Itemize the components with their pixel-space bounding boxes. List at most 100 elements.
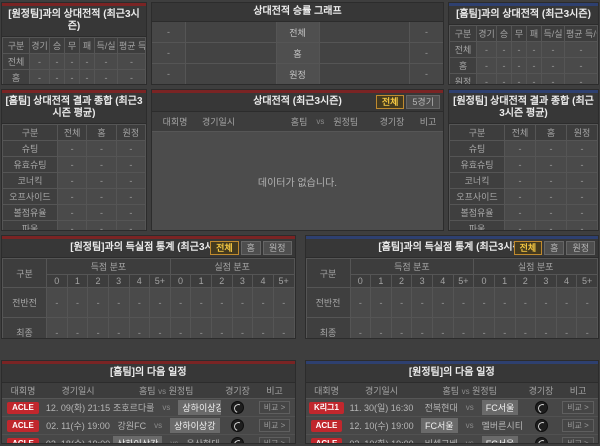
bin-header: 3 [231,274,254,288]
league-cell: ACLE [305,434,348,443]
stat-cell: - [535,287,557,318]
filter-all-button[interactable]: 전체 [375,95,405,109]
filter-group: 전체 홈 원정 [210,241,292,255]
stadium-icon[interactable] [231,401,244,414]
stat-cell: - [64,69,80,84]
stat-cell: - [149,317,171,338]
stat-cell: - [87,317,109,338]
stat-cell: - [115,156,146,173]
column-header: 승 [49,37,65,54]
column-header: 구분 [2,37,30,54]
stat-cell: - [64,53,80,70]
goals-table: 구분 득점 분포 실점 분포 0 1 2 3 4 5+ 0 1 2 3 4 5+ 전반전 -----… [305,258,599,338]
note-cell: 비교 > [558,398,598,417]
home-team-name: 강원FC [117,421,147,431]
stadium-icon[interactable] [534,419,548,432]
away-winrate-bar [319,22,409,42]
stat-cell: - [390,287,413,318]
vs-label: vs [316,117,325,126]
filter-home-button[interactable]: 홈 [240,241,261,255]
header-row: 대회명 경기일시 홈팀 vs 원정팀 경기장 비고 [2,383,295,399]
compare-button[interactable]: 비교 > [258,419,291,432]
table-row: 최종 ------ ------ [2,317,295,338]
compare-button[interactable]: 비교 > [258,437,291,443]
stat-cell: - [349,287,372,318]
compare-button[interactable]: 비교 > [562,401,594,414]
bin-header: 1 [66,274,89,288]
stadium-icon[interactable] [534,437,548,443]
stat-cell: - [231,317,254,338]
stat-cell: - [496,57,512,74]
stadium-icon[interactable] [231,437,244,443]
table-row: 유효슈팅 - - - [2,156,146,173]
group-header-scored: 득점 분포 [349,258,475,275]
home-team-name: FC서울 [417,418,458,433]
stat-cell: - [566,156,598,173]
stat-cell: - [511,73,527,84]
league-badge: ACLE [7,419,39,432]
filter-last5-button[interactable]: 5경기 [406,95,440,109]
row-label: 파울 [2,220,58,230]
compare-button[interactable]: 비교 > [562,437,594,443]
stat-cell: - [370,287,392,318]
compare-button[interactable]: 비교 > [258,401,291,414]
vs-label: vs [170,439,179,444]
stat-cell: - [370,317,392,338]
stadium-icon[interactable] [534,401,548,414]
column-header: 전체 [504,124,536,141]
stat-cell: - [349,317,372,338]
stat-cell: - [117,53,146,70]
panel-h2h-match-list: 상대전적 (최근3시즌) 전체 5경기 대회명 경기일시 홈팀 vs 원정팀 경… [151,89,444,231]
filter-home-button[interactable]: 홈 [544,241,565,255]
fixture-row: K리그1 11. 30(일) 16:30 전북현대 vs FC서울 비교 > [305,398,598,417]
bin-header: 1 [190,274,212,288]
row-label: 볼점유율 [2,204,58,221]
column-header: 득/실 [541,25,565,42]
filter-all-button[interactable]: 전체 [513,241,543,255]
stat-cell: - [79,69,95,84]
stat-cell: - [526,73,542,84]
vs-label: vs [465,439,474,444]
stadium-icon[interactable] [231,419,244,432]
column-header: 대회명 [162,117,188,127]
stat-cell: - [56,156,88,173]
stat-cell: - [535,317,557,338]
stat-cell: - [496,73,512,84]
vs-label: vs [465,421,474,430]
filter-away-button[interactable]: 원정 [566,241,595,255]
filter-all-button[interactable]: 전체 [210,241,239,255]
table-row: 파울 - - - [2,220,146,230]
column-header: 구분 [2,124,58,141]
stat-cell: - [211,317,233,338]
stat-cell: - [49,53,65,70]
column-header: 평균 득/실 [117,37,146,54]
stat-cell: - [473,287,495,318]
venue-cell [220,398,255,417]
stat-cell: - [432,317,454,338]
league-cell: ACLE [2,398,44,417]
league-cell: ACLE [2,416,44,435]
table-row: 슈팅 - - - [2,140,146,157]
stat-cell: - [115,172,146,189]
table-row: 홈 - - - - - - [449,57,598,74]
stat-cell: - [86,172,117,189]
away-team-name: 상하이상강 [178,400,221,415]
filter-away-button[interactable]: 원정 [262,241,292,255]
table-row: 오프사이드 - - - [2,188,146,205]
stat-cell: - [526,57,542,74]
bin-header: 1 [493,274,516,288]
h2h-table: 구분 경기 승 무 패 득/실 평균 득/실 전체 - - - - - - [449,25,598,84]
table-row: 전반전 ------ ------ [2,287,295,318]
compare-button[interactable]: 비교 > [562,419,594,432]
stat-cell: - [149,287,171,318]
graph-row-label: 홈 [275,43,320,63]
panel-winrate-graph: 상대전적 승률 그래프 - 전체 - - 홈 - - 원정 - [151,2,444,85]
group-header-row: 구분 득점 분포 실점 분포 [305,258,598,288]
venue-cell [524,434,558,443]
panel-title-bar: [원정팀]과의 득실점 통계 (최근3시즌) 전체 홈 원정 [2,239,295,258]
stat-cell: - [29,69,50,84]
stat-cell: - [504,204,536,221]
column-header: 구분 [2,258,47,288]
stat-cell: - [94,69,118,84]
stat-cell: - [86,156,117,173]
